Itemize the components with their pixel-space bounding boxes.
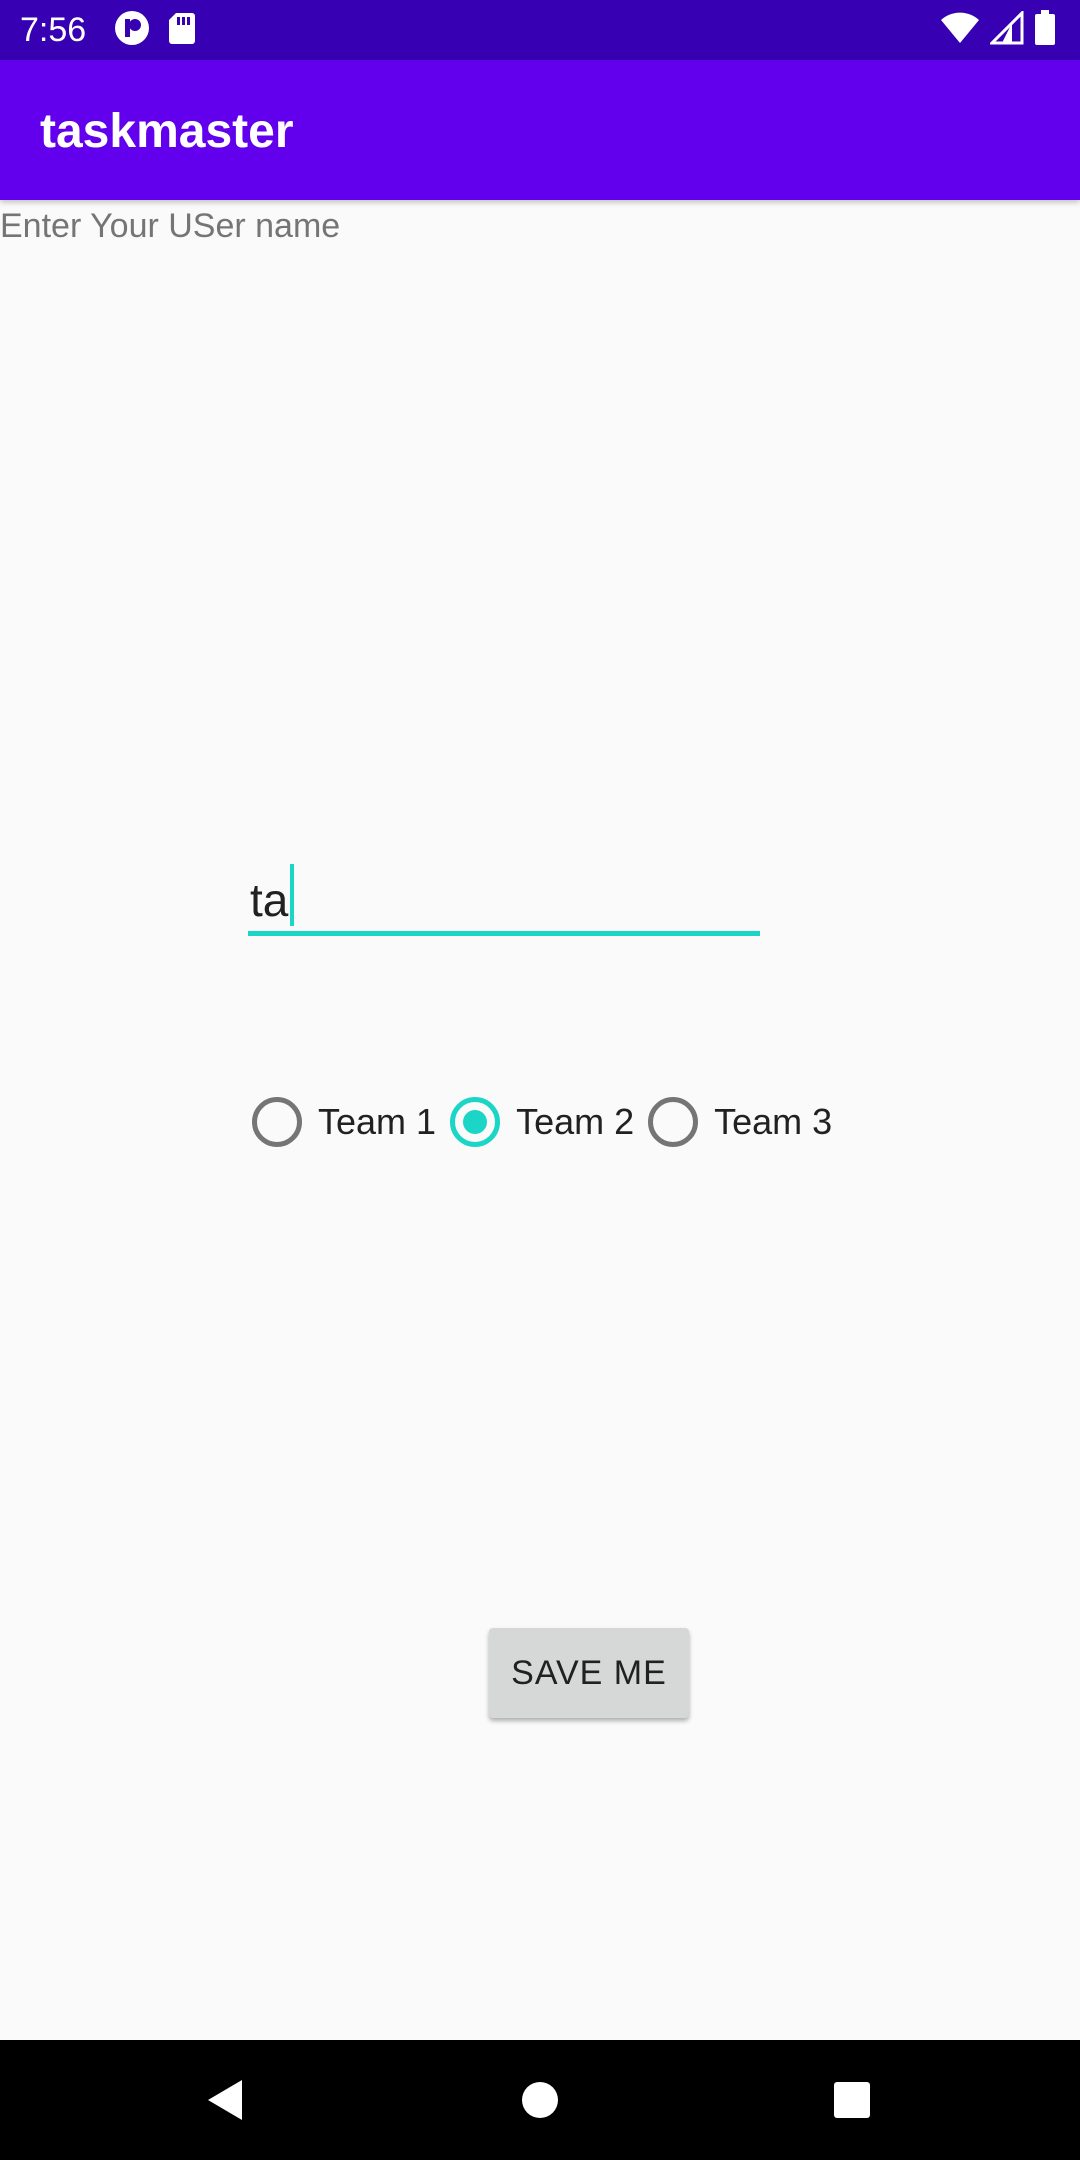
app-title: taskmaster [40, 105, 294, 158]
app-bar: taskmaster [0, 60, 1080, 200]
username-input[interactable]: ta [248, 858, 760, 936]
home-icon[interactable] [510, 2070, 570, 2130]
username-input-value: ta [250, 874, 289, 926]
radio-team-3[interactable]: Team 3 [648, 1090, 832, 1154]
text-cursor [290, 864, 294, 926]
radio-label: Team 3 [714, 1101, 833, 1142]
radio-button-icon[interactable] [648, 1097, 699, 1147]
wifi-icon [940, 11, 980, 50]
radio-button-icon[interactable] [450, 1097, 501, 1147]
back-icon[interactable] [196, 2070, 256, 2130]
status-bar: 7:56 [0, 0, 1080, 60]
sd-card-icon [168, 11, 196, 50]
radio-button-icon[interactable] [252, 1097, 302, 1147]
navigation-bar [0, 2040, 1080, 2160]
username-label: Enter Your USer name [0, 207, 341, 245]
recents-icon[interactable] [822, 2070, 882, 2130]
radio-label: Team 1 [318, 1101, 437, 1142]
radio-team-1[interactable]: Team 1 [252, 1090, 436, 1154]
save-button[interactable]: SAVE ME [489, 1628, 689, 1718]
media-app-icon [114, 10, 150, 51]
team-radio-group: Team 1 Team 2 Team 3 [252, 1090, 846, 1154]
battery-icon [1034, 9, 1056, 51]
radio-label: Team 2 [516, 1101, 635, 1142]
cell-signal-icon [988, 8, 1024, 50]
status-time: 7:56 [20, 11, 87, 49]
radio-team-2[interactable]: Team 2 [450, 1090, 634, 1154]
